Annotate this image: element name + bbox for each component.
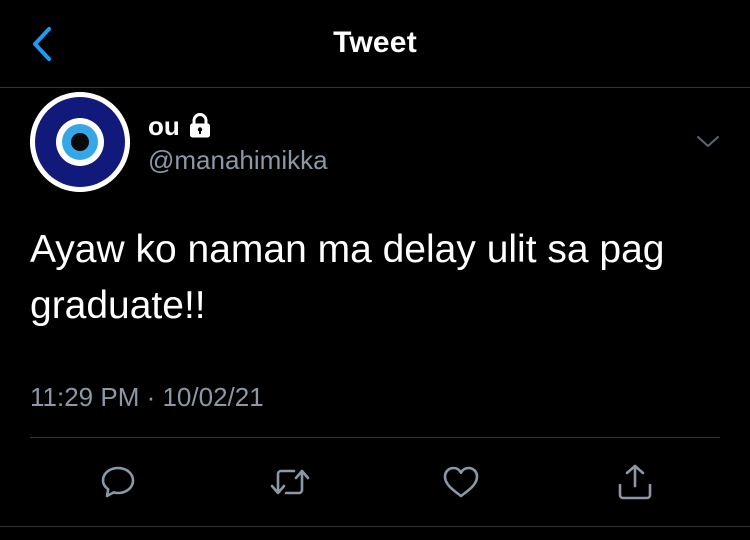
- page-title: Tweet: [333, 26, 417, 59]
- more-options-button[interactable]: [690, 124, 726, 160]
- heart-icon: [443, 466, 479, 498]
- share-icon: [618, 464, 652, 500]
- avatar[interactable]: [30, 92, 130, 192]
- reply-button[interactable]: [94, 458, 142, 506]
- reply-icon: [101, 466, 135, 498]
- divider: [30, 437, 720, 438]
- retweet-button[interactable]: [266, 458, 314, 506]
- bottom-divider: [0, 526, 750, 527]
- chevron-down-icon: [697, 136, 719, 147]
- author-handle[interactable]: @manahimikka: [148, 144, 328, 176]
- display-name[interactable]: ou: [148, 110, 180, 142]
- retweet-icon: [270, 469, 310, 495]
- author-name-row: ou: [148, 110, 212, 142]
- like-button[interactable]: [437, 458, 485, 506]
- tweet-text: Ayaw ko naman ma delay ulit sa pag gradu…: [30, 228, 665, 327]
- top-bar: Tweet: [0, 0, 750, 88]
- tweet-timestamp[interactable]: 11:29 PM · 10/02/21: [30, 380, 264, 414]
- lock-icon: [189, 113, 210, 138]
- tweet-actions: [0, 458, 750, 508]
- share-button[interactable]: [611, 458, 659, 506]
- evil-eye-avatar: [30, 92, 130, 192]
